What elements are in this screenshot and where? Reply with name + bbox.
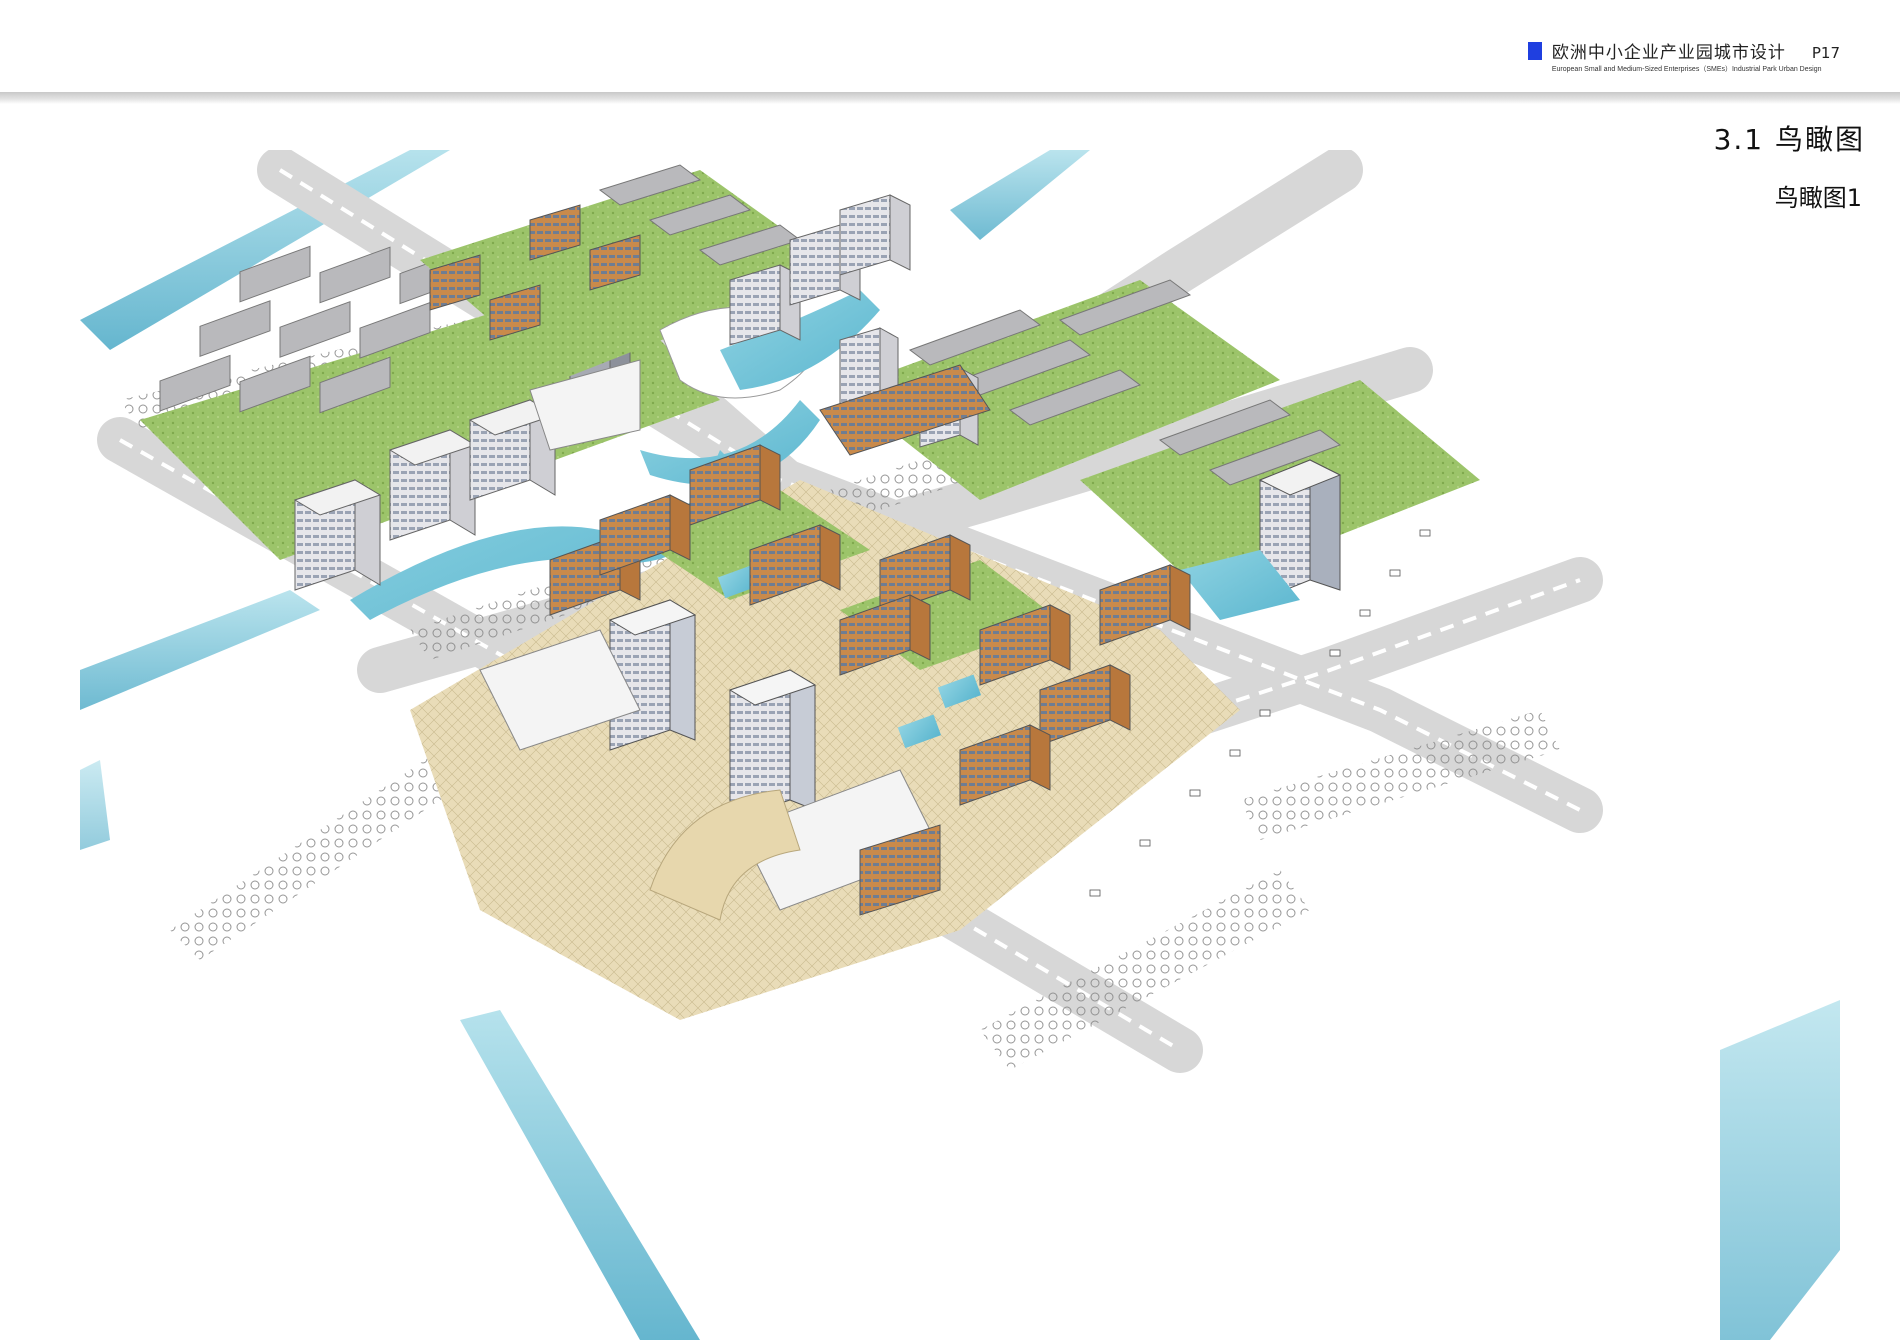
header-divider [0, 92, 1900, 104]
header-title-row: 欧洲中小企业产业园城市设计 P17 [1552, 38, 1840, 63]
project-subtitle: European Small and Medium-Sized Enterpri… [1551, 66, 1822, 73]
page-number: P17 [1811, 44, 1840, 62]
header-title-block: 欧洲中小企业产业园城市设计 P17 European Small and Med… [1527, 38, 1840, 74]
header-title-group: 欧洲中小企业产业园城市设计 P17 European Small and Med… [1552, 38, 1840, 74]
brand-marker [1527, 42, 1542, 60]
aerial-render-image [80, 150, 1840, 1340]
project-title: 欧洲中小企业产业园城市设计 [1551, 43, 1786, 63]
page-header: 欧洲中小企业产业园城市设计 P17 European Small and Med… [0, 0, 1900, 110]
